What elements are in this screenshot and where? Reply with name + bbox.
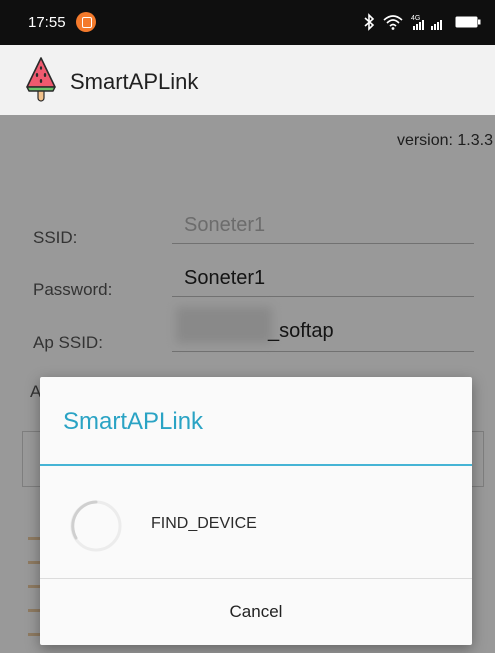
battery-icon — [455, 16, 481, 28]
action-bar: SmartAPLink — [0, 45, 495, 115]
cancel-button[interactable]: Cancel — [40, 579, 472, 645]
status-bar: 17:55 4G — [0, 0, 495, 45]
signal-icon: 4G — [411, 15, 442, 30]
bluetooth-icon — [364, 13, 375, 31]
dialog-title-divider — [40, 464, 472, 466]
status-time: 17:55 — [28, 14, 66, 31]
notification-icon — [76, 12, 96, 32]
network-type-label: 4G — [411, 15, 420, 22]
dialog-message: FIND_DEVICE — [151, 515, 257, 532]
progress-dialog: SmartAPLink FIND_DEVICE Cancel — [40, 377, 472, 645]
app-title: SmartAPLink — [70, 69, 199, 94]
wifi-icon — [383, 15, 403, 30]
dialog-title: SmartAPLink — [63, 408, 204, 435]
loading-spinner-icon — [70, 500, 122, 552]
app-screen: 17:55 4G SmartAPLink version: 1.3.3 SSID… — [0, 0, 495, 653]
status-icons: 4G — [363, 13, 481, 31]
watermelon-popsicle-icon — [26, 57, 56, 102]
